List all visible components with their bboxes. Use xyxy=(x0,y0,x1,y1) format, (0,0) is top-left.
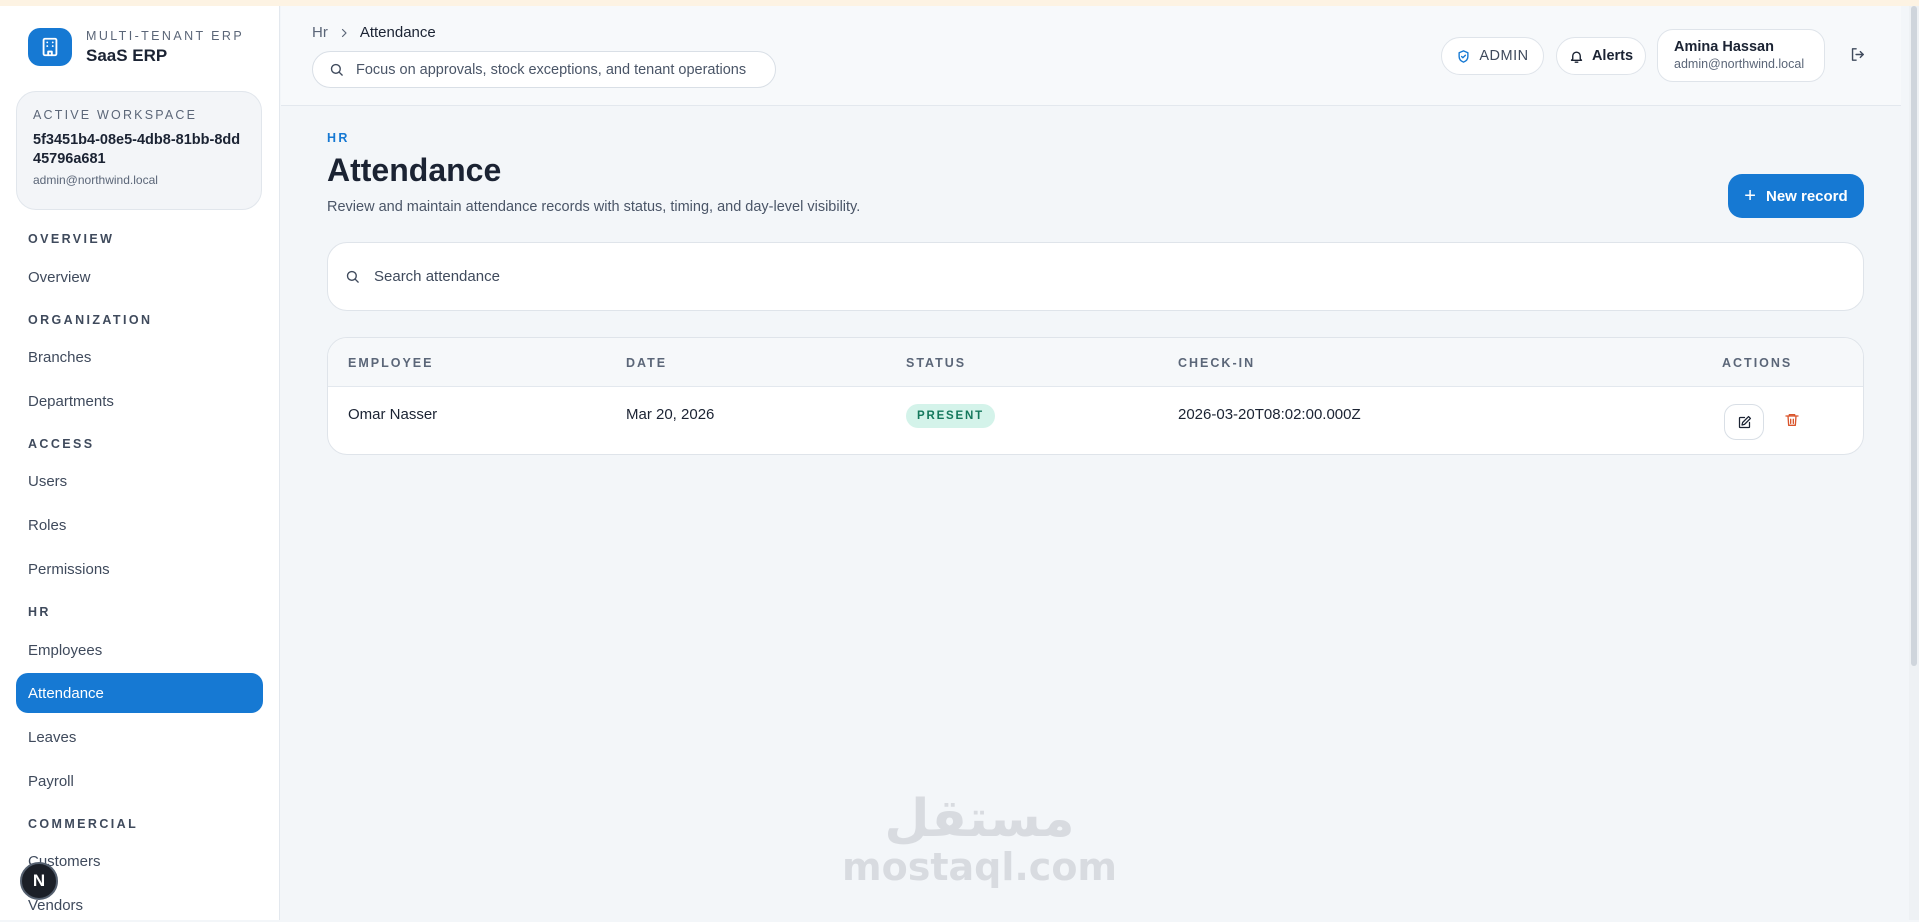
user-name: Amina Hassan xyxy=(1674,39,1774,55)
column-header-date: DATE xyxy=(626,356,668,370)
new-record-label: New record xyxy=(1765,187,1848,205)
workspace-id: 5f3451b4-08e5-4db8-81bb-8dd45796a681 xyxy=(33,132,241,167)
active-workspace-card[interactable]: ACTIVE WORKSPACE 5f3451b4-08e5-4db8-81bb… xyxy=(16,91,262,210)
bell-icon xyxy=(1569,49,1584,64)
alerts-button[interactable]: Alerts xyxy=(1556,37,1646,75)
sidebar: MULTI-TENANT ERP SaaS ERP ACTIVE WORKSPA… xyxy=(0,6,280,920)
brand-eyebrow: MULTI-TENANT ERP xyxy=(86,28,245,43)
new-record-button[interactable]: + New record xyxy=(1728,174,1864,218)
cell-employee: Omar Nasser xyxy=(348,406,438,423)
building-icon xyxy=(28,28,72,66)
cell-date: Mar 20, 2026 xyxy=(626,406,715,423)
breadcrumb: Hr Attendance xyxy=(312,24,436,41)
chevron-right-icon xyxy=(338,27,350,39)
global-search-input[interactable] xyxy=(356,61,756,78)
sidebar-item-leaves[interactable]: Leaves xyxy=(16,717,263,757)
breadcrumb-current: Attendance xyxy=(359,24,436,41)
watermark-arabic: مستقل xyxy=(884,789,1075,849)
search-icon xyxy=(329,62,344,77)
nav-section-overview: OVERVIEW xyxy=(28,232,115,246)
plus-icon: + xyxy=(1744,185,1756,207)
role-badge[interactable]: ADMIN xyxy=(1441,37,1544,75)
delete-button[interactable] xyxy=(1784,412,1800,428)
edit-button[interactable] xyxy=(1724,404,1764,440)
attendance-search[interactable] xyxy=(327,242,1864,311)
nav-section-access: ACCESS xyxy=(28,437,95,451)
dev-tools-badge[interactable]: N xyxy=(20,862,58,900)
sidebar-item-permissions[interactable]: Permissions xyxy=(16,549,263,589)
watermark: مستقل mostaql.com xyxy=(842,790,1117,886)
sidebar-item-employees[interactable]: Employees xyxy=(16,630,263,670)
page-subtitle: Review and maintain attendance records w… xyxy=(327,199,861,215)
shield-check-icon xyxy=(1456,49,1471,64)
alerts-label: Alerts xyxy=(1591,48,1634,64)
search-icon xyxy=(345,269,360,284)
column-header-actions: ACTIONS xyxy=(1722,356,1793,370)
table-header: EMPLOYEE DATE STATUS CHECK-IN ACTIONS xyxy=(328,338,1863,387)
user-menu[interactable]: Amina Hassan admin@northwind.local xyxy=(1657,29,1825,82)
edit-icon xyxy=(1737,415,1752,430)
sidebar-item-roles[interactable]: Roles xyxy=(16,505,263,545)
workspace-label: ACTIVE WORKSPACE xyxy=(33,108,198,122)
column-header-employee: EMPLOYEE xyxy=(348,356,434,370)
sidebar-item-overview[interactable]: Overview xyxy=(16,257,263,297)
page-scrollbar[interactable] xyxy=(1909,6,1919,920)
breadcrumb-root[interactable]: Hr xyxy=(312,24,328,41)
top-header: Hr Attendance ADMIN Alerts Amina Hassan … xyxy=(281,6,1901,106)
role-label: ADMIN xyxy=(1479,48,1529,64)
sidebar-item-departments[interactable]: Departments xyxy=(16,381,263,421)
global-search[interactable] xyxy=(312,51,776,88)
nav-section-hr: HR xyxy=(28,605,51,619)
workspace-email: admin@northwind.local xyxy=(33,173,158,187)
brand-name: SaaS ERP xyxy=(86,45,168,65)
page-eyebrow: HR xyxy=(327,131,350,145)
page-title: Attendance xyxy=(327,152,502,188)
scrollbar-thumb[interactable] xyxy=(1911,6,1917,666)
column-header-check-in: CHECK-IN xyxy=(1178,356,1256,370)
trash-icon xyxy=(1784,412,1800,428)
logout-icon[interactable] xyxy=(1849,46,1866,68)
nav-section-commercial: COMMERCIAL xyxy=(28,817,139,831)
cell-check-in: 2026-03-20T08:02:00.000Z xyxy=(1178,406,1361,423)
attendance-table: EMPLOYEE DATE STATUS CHECK-IN ACTIONS Om… xyxy=(327,337,1864,455)
sidebar-item-payroll[interactable]: Payroll xyxy=(16,761,263,801)
attendance-search-input[interactable] xyxy=(374,268,1774,285)
column-header-status: STATUS xyxy=(906,356,967,370)
sidebar-item-users[interactable]: Users xyxy=(16,461,263,501)
status-badge: PRESENT xyxy=(906,404,995,428)
table-row: Omar Nasser Mar 20, 2026 PRESENT 2026-03… xyxy=(328,387,1863,454)
sidebar-item-attendance[interactable]: Attendance xyxy=(16,673,263,713)
brand[interactable]: MULTI-TENANT ERP SaaS ERP xyxy=(28,28,244,66)
nav-section-organization: ORGANIZATION xyxy=(28,313,153,327)
user-email: admin@northwind.local xyxy=(1674,57,1805,71)
watermark-latin: mostaql.com xyxy=(842,845,1118,889)
sidebar-item-branches[interactable]: Branches xyxy=(16,337,263,377)
